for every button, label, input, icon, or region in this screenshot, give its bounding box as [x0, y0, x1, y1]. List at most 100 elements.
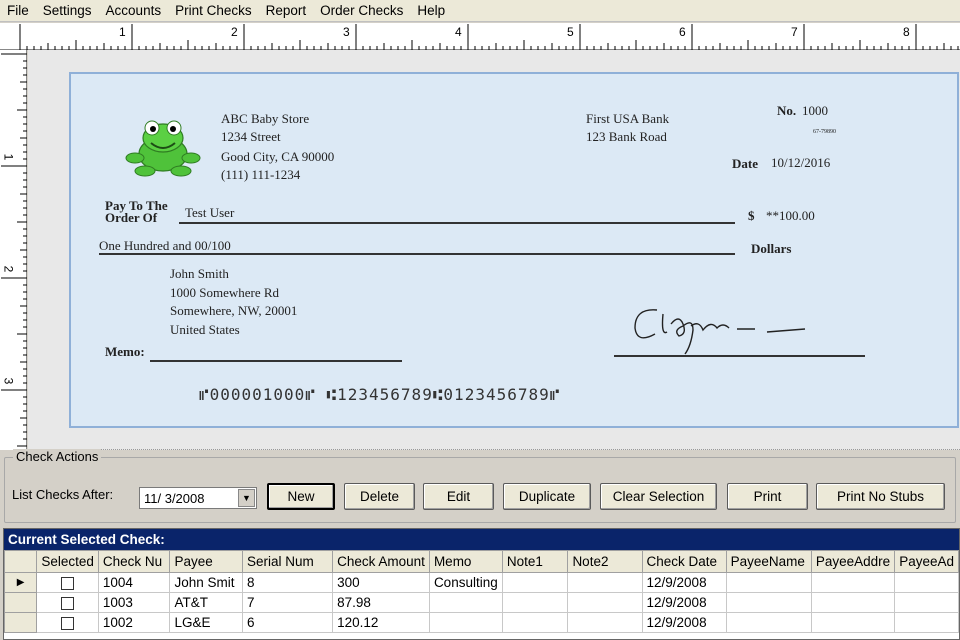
vertical-ruler-ticks	[1, 53, 27, 447]
cell-note2[interactable]	[567, 572, 643, 593]
print-no-stubs-button[interactable]: Print No Stubs	[816, 483, 945, 510]
check-number: 1000	[802, 103, 828, 118]
duplicate-button[interactable]: Duplicate	[503, 483, 591, 510]
column-header-selected[interactable]: Selected	[36, 550, 99, 573]
ruler-number: 6	[679, 25, 686, 39]
table-row[interactable]: 1002 LG&E 6 120.12 12/9/2008	[4, 612, 959, 633]
dropdown-arrow-icon[interactable]: ▼	[238, 489, 255, 507]
edit-button[interactable]: Edit	[423, 483, 494, 510]
column-header-check-number[interactable]: Check Nu	[97, 550, 171, 573]
cell-memo[interactable]	[428, 592, 503, 613]
cell-memo[interactable]	[428, 612, 503, 633]
cell-memo[interactable]: Consulting	[428, 572, 503, 593]
menu-print-checks[interactable]: Print Checks	[168, 0, 259, 22]
memo-line	[150, 360, 402, 362]
menu-file[interactable]: File	[0, 0, 36, 22]
print-button[interactable]: Print	[727, 483, 808, 510]
cell-check-date[interactable]: 12/9/2008	[641, 572, 727, 593]
cell-note1[interactable]	[501, 592, 569, 613]
check-preview[interactable]: ABC Baby Store 1234 Street Good City, CA…	[69, 72, 959, 428]
checks-grid-panel: Current Selected Check: Selected Check N…	[3, 528, 960, 640]
dollar-sign: $	[748, 208, 755, 223]
row-header[interactable]	[4, 592, 38, 613]
table-row[interactable]: ▶ 1004 John Smit 8 300 Consulting 12/9/2…	[4, 572, 959, 593]
list-date-value: 11/ 3/2008	[144, 490, 205, 506]
row-header[interactable]	[4, 612, 38, 633]
cell-check-number[interactable]: 1004	[97, 572, 171, 593]
menu-report[interactable]: Report	[259, 0, 314, 22]
column-header-payee-address-2[interactable]: PayeeAd	[894, 550, 959, 573]
ruler-number: 3	[343, 25, 350, 39]
column-header-note2[interactable]: Note2	[567, 550, 643, 573]
company-city: Good City, CA 90000	[221, 149, 335, 164]
menu-settings[interactable]: Settings	[36, 0, 99, 22]
selected-cell	[36, 572, 99, 593]
new-button[interactable]: New	[267, 483, 335, 510]
cell-serial[interactable]: 7	[242, 592, 334, 613]
column-header-serial-num[interactable]: Serial Num	[242, 550, 334, 573]
cell-serial[interactable]: 8	[242, 572, 334, 593]
memo-label: Memo:	[105, 344, 145, 359]
cell-check-number[interactable]: 1002	[97, 612, 171, 633]
menu-order-checks[interactable]: Order Checks	[313, 0, 410, 22]
cell-payee[interactable]: John Smit	[169, 572, 244, 593]
current-row-indicator-icon[interactable]: ▶	[4, 572, 38, 593]
dollars-label: Dollars	[751, 241, 792, 256]
cell-amount[interactable]: 300	[332, 572, 430, 593]
cell-note1[interactable]	[501, 572, 569, 593]
amount-in-words: One Hundred and 00/100	[99, 238, 231, 253]
selected-cell	[36, 592, 99, 613]
check-amount: **100.00	[766, 208, 815, 223]
clear-selection-button[interactable]: Clear Selection	[600, 483, 717, 510]
cell-amount[interactable]: 120.12	[332, 612, 430, 633]
cell-payee-name[interactable]	[725, 612, 812, 633]
cell-check-date[interactable]: 12/9/2008	[641, 592, 727, 613]
date-label: Date	[732, 156, 758, 171]
cell-note1[interactable]	[501, 612, 569, 633]
column-header-note1[interactable]: Note1	[501, 550, 569, 573]
cell-payee-name[interactable]	[725, 592, 812, 613]
ruler-number: 1	[119, 25, 126, 39]
column-header-check-amount[interactable]: Check Amount	[332, 550, 430, 573]
cell-amount[interactable]: 87.98	[332, 592, 430, 613]
ruler-number: 3	[1, 377, 16, 385]
column-header-check-date[interactable]: Check Date	[641, 550, 727, 573]
cell-payee-name[interactable]	[725, 572, 812, 593]
address-name: John Smith	[170, 266, 229, 281]
column-header-payee[interactable]: Payee	[169, 550, 244, 573]
cell-payee[interactable]: AT&T	[169, 592, 244, 613]
row-select-checkbox[interactable]	[61, 596, 75, 610]
cell-payee-address[interactable]	[810, 572, 896, 593]
cell-payee[interactable]: LG&E	[169, 612, 244, 633]
cell-note2[interactable]	[567, 592, 643, 613]
horizontal-ruler: 1 2 3 4 5 6 7 8	[0, 23, 960, 50]
design-canvas: ABC Baby Store 1234 Street Good City, CA…	[28, 50, 960, 450]
column-header-payee-address[interactable]: PayeeAddre	[810, 550, 896, 573]
list-checks-after-date-select[interactable]: 11/ 3/2008 ▼	[139, 487, 257, 509]
row-select-checkbox[interactable]	[61, 616, 75, 630]
cell-payee-address[interactable]	[810, 612, 896, 633]
ruler-number: 2	[1, 265, 16, 273]
cell-note2[interactable]	[567, 612, 643, 633]
company-street: 1234 Street	[221, 129, 281, 144]
table-row[interactable]: 1003 AT&T 7 87.98 12/9/2008	[4, 592, 959, 613]
row-select-checkbox[interactable]	[61, 576, 75, 590]
cell-check-number[interactable]: 1003	[97, 592, 171, 613]
cell-payee-address-2[interactable]	[894, 592, 959, 613]
check-actions-legend: Check Actions	[13, 449, 102, 464]
cell-serial[interactable]: 6	[242, 612, 334, 633]
column-header-payee-name[interactable]: PayeeName	[725, 550, 812, 573]
check-number-label: No.	[777, 103, 797, 118]
cell-payee-address-2[interactable]	[894, 612, 959, 633]
signature-image	[634, 309, 806, 355]
cell-payee-address[interactable]	[810, 592, 896, 613]
payee-line	[179, 222, 735, 224]
cell-payee-address-2[interactable]	[894, 572, 959, 593]
cell-check-date[interactable]: 12/9/2008	[641, 612, 727, 633]
menu-help[interactable]: Help	[410, 0, 452, 22]
delete-button[interactable]: Delete	[344, 483, 415, 510]
menu-accounts[interactable]: Accounts	[99, 0, 169, 22]
column-header-memo[interactable]: Memo	[428, 550, 503, 573]
routing-fraction: 67-79890	[813, 129, 836, 135]
company-phone: (111) 111-1234	[221, 167, 301, 182]
